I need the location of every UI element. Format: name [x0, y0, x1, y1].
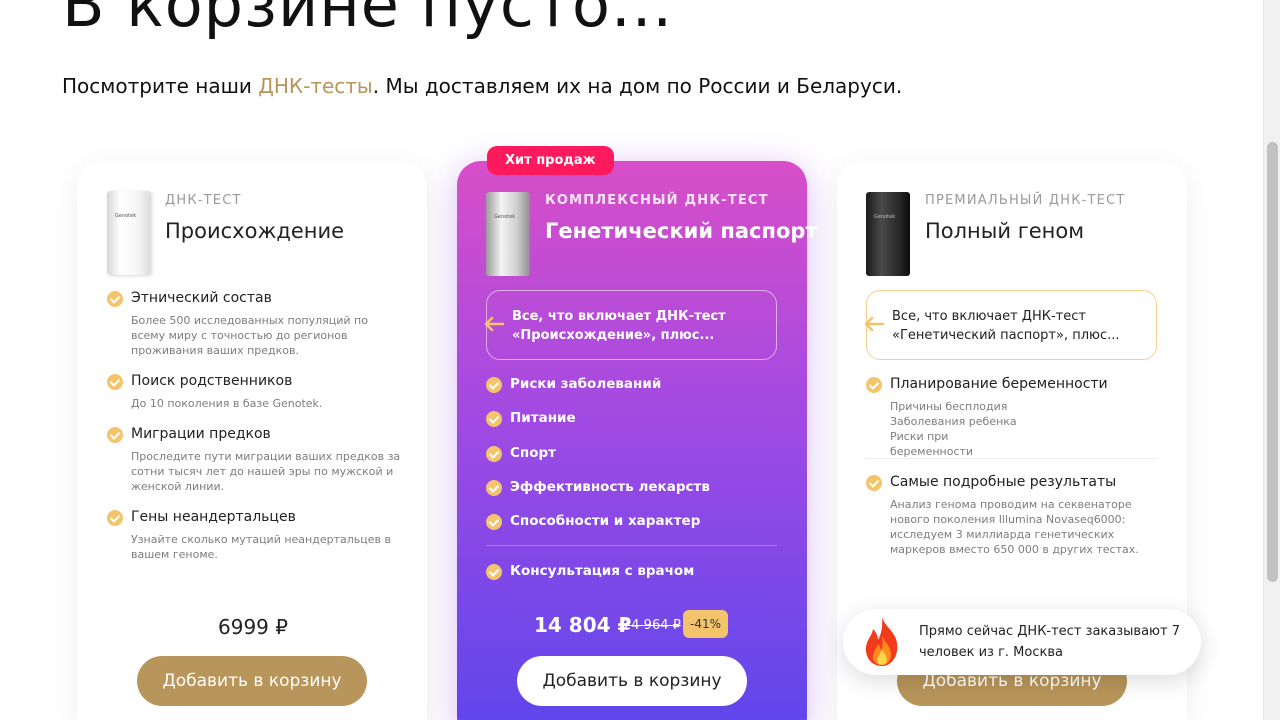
- check-icon: [486, 564, 502, 580]
- product-price: 6999 ₽: [218, 615, 288, 639]
- check-icon: [107, 374, 123, 390]
- box-logo: Genotek: [494, 214, 516, 220]
- add-to-cart-button[interactable]: Добавить в корзину: [137, 656, 367, 706]
- subtitle-text-before: Посмотрите наши: [62, 74, 259, 98]
- feature-title: Гены неандертальцев: [131, 509, 296, 525]
- box-logo: Genotek: [874, 214, 896, 220]
- discount-badge: -41%: [683, 610, 729, 638]
- feature-title: Самые подробные результаты: [890, 474, 1117, 490]
- check-icon: [107, 291, 123, 307]
- check-icon: [486, 446, 502, 462]
- feature-title: Риски заболеваний: [510, 376, 662, 392]
- product-old-price: 24 964 ₽: [623, 618, 681, 633]
- feature-description: Анализ генома проводим на секвенаторе но…: [890, 498, 1139, 556]
- feature-description: Проследите пути миграции ваших предков з…: [131, 450, 401, 493]
- bestseller-badge: Хит продаж: [487, 146, 614, 175]
- feature-description: До 10 поколения в базе Genotek.: [131, 397, 323, 410]
- box-logo: Genotek: [115, 213, 137, 219]
- check-icon: [486, 377, 502, 393]
- check-icon: [107, 510, 123, 526]
- feature-title: Питание: [510, 410, 576, 426]
- check-icon: [486, 411, 502, 427]
- dna-tests-link[interactable]: ДНК-тесты: [258, 74, 372, 98]
- feature-title: Этнический состав: [131, 290, 272, 306]
- scrollbar-thumb[interactable]: [1267, 142, 1278, 582]
- add-to-cart-button[interactable]: Добавить в корзину: [517, 656, 747, 706]
- includes-callout: Все, что включает ДНК-тест «Генетический…: [864, 290, 1157, 360]
- feature-divider: [866, 458, 1157, 459]
- arrow-left-icon: [864, 316, 885, 332]
- product-name: Генетический паспорт: [545, 219, 818, 243]
- page-title: В корзине пусто...: [62, 0, 674, 41]
- feature-title: Спорт: [510, 445, 556, 461]
- callout-text: Все, что включает ДНК-тест «Происхождени…: [512, 309, 726, 343]
- feature-title: Миграции предков: [131, 426, 271, 442]
- product-name: Полный геном: [925, 219, 1085, 243]
- product-card-origin: Genotek ДНК-ТЕСТ Происхождение Этнически…: [77, 161, 427, 720]
- feature-title: Планирование беременности: [890, 376, 1108, 392]
- callout-text: Все, что включает ДНК-тест «Генетический…: [892, 309, 1120, 343]
- check-icon: [486, 480, 502, 496]
- page-subtitle: Посмотрите наши ДНК-тесты. Мы доставляем…: [62, 74, 902, 98]
- fire-icon: [865, 617, 898, 666]
- product-eyebrow: КОМПЛЕКСНЫЙ ДНК-ТЕСТ: [545, 193, 769, 208]
- check-icon: [866, 475, 882, 491]
- feature-title: Поиск родственников: [131, 373, 293, 389]
- page-scrollbar[interactable]: [1263, 0, 1280, 720]
- includes-callout: Все, что включает ДНК-тест «Происхождени…: [484, 290, 777, 360]
- feature-title: Эффективность лекарств: [510, 479, 710, 495]
- toast-text: Прямо сейчас ДНК-тест заказывают 7 челов…: [919, 624, 1180, 660]
- product-box-image: Genotek: [866, 192, 910, 276]
- product-box-image: Genotek: [107, 191, 151, 275]
- product-name: Происхождение: [165, 219, 345, 243]
- feature-description: Причины бесплодия Заболевания ребенка Ри…: [890, 400, 1017, 458]
- product-box-image: Genotek: [486, 192, 530, 276]
- product-eyebrow: ДНК-ТЕСТ: [165, 193, 242, 208]
- product-card-genetic-passport: Genotek КОМПЛЕКСНЫЙ ДНК-ТЕСТ Генетически…: [457, 161, 818, 720]
- feature-title: Способности и характер: [510, 513, 701, 529]
- feature-description: Более 500 исследованных популяций по все…: [131, 314, 368, 357]
- check-icon: [107, 427, 123, 443]
- product-price: 14 804 ₽: [534, 613, 632, 637]
- arrow-left-icon: [484, 316, 505, 332]
- subtitle-text-after: . Мы доставляем их на дом по России и Бе…: [372, 74, 903, 98]
- feature-title: Консультация с врачом: [510, 563, 695, 579]
- product-eyebrow: ПРЕМИАЛЬНЫЙ ДНК-ТЕСТ: [925, 193, 1126, 208]
- check-icon: [866, 377, 882, 393]
- feature-divider: [486, 545, 777, 546]
- live-orders-toast: Прямо сейчас ДНК-тест заказывают 7 челов…: [843, 609, 1201, 675]
- check-icon: [486, 514, 502, 530]
- feature-description: Узнайте сколько мутаций неандертальцев в…: [131, 533, 391, 561]
